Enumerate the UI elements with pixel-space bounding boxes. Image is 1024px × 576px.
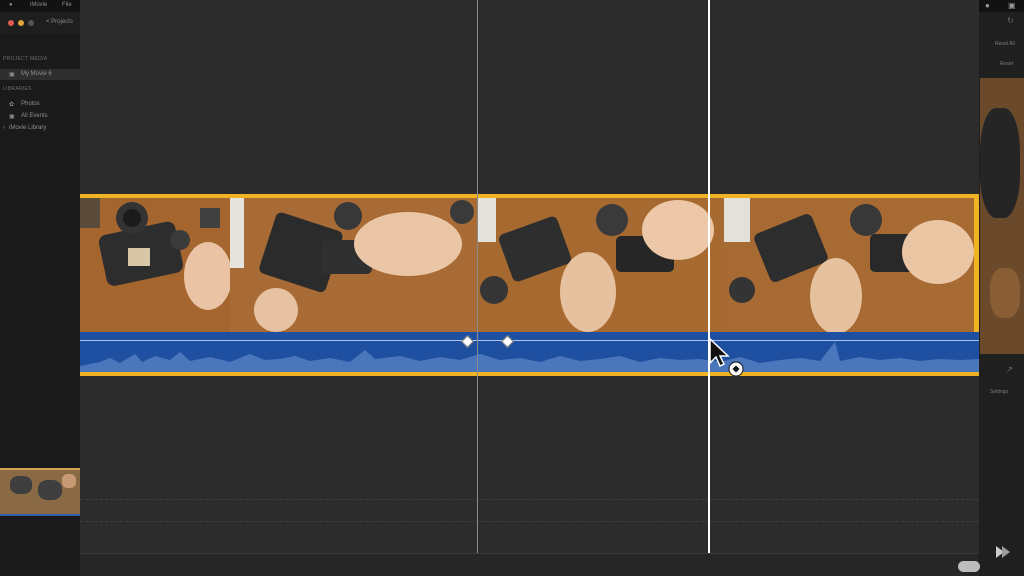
empty-track-guide [80,499,979,500]
audio-waveform-track[interactable] [80,332,979,376]
toolbar-strip: ● ▣ [979,0,1024,12]
playhead[interactable] [708,0,710,553]
video-clip[interactable] [80,194,979,376]
sidebar-item-label: iMovie Library [9,125,47,131]
settings-button[interactable]: Settings [990,389,1008,395]
sidebar-item-label: My Movie 6 [21,71,52,77]
watermark-logo-icon [996,546,1010,558]
viewer-panel: ● ▣ ↻ Reset All Reset ↗ Settings [979,0,1024,576]
viewer-preview[interactable] [980,78,1024,354]
refresh-icon[interactable]: ↻ [1007,16,1014,25]
projects-back-button[interactable]: < Projects [46,19,73,25]
sidebar-item-photos[interactable]: ✿ Photos [0,99,80,110]
libraries-heading: LIBRARIES [3,86,32,92]
sidebar-item-all-events[interactable]: ▣ All Events [0,111,80,122]
clip-thumbnail [230,198,478,332]
close-window-button[interactable] [8,20,14,26]
globe-icon[interactable]: ● [985,1,990,10]
clip-filmstrip[interactable] [80,194,979,332]
sidebar-item-label: All Events [21,113,48,119]
volume-line[interactable] [80,340,979,341]
clip-thumbnail [724,198,974,332]
reset-all-button[interactable]: Reset All [995,41,1015,47]
audio-waveform [80,342,979,372]
sidebar-item-label: Photos [21,101,40,107]
reset-button[interactable]: Reset [1000,61,1013,67]
empty-track-guide [80,521,979,522]
app-menu[interactable]: iMovie [30,2,47,8]
window-titlebar: < Projects [0,12,80,34]
minimize-window-button[interactable] [18,20,24,26]
clip-thumbnail [80,198,230,332]
file-menu[interactable]: File [62,2,72,8]
libraries-sidebar: ● iMovie File < Projects PROJECT MEDIA ▣… [0,0,80,576]
skimmer-line [477,0,478,553]
share-icon[interactable]: ▣ [1008,1,1016,10]
menu-bar: ● iMovie File [0,0,80,12]
timeline-footer [80,553,979,576]
sidebar-item-project[interactable]: ▣ My Movie 6 [0,69,80,80]
project-media-heading: PROJECT MEDIA [3,56,48,62]
add-keyframe-cursor-icon [709,337,744,377]
zoom-window-button[interactable] [28,20,34,26]
photos-icon: ✿ [9,102,15,108]
clip-thumbnail [478,198,724,332]
sidebar-item-imovie-library[interactable]: › iMovie Library [0,123,80,134]
timeline[interactable] [80,0,979,576]
fullscreen-icon[interactable]: ↗ [1006,365,1013,374]
apple-icon[interactable]: ● [9,2,13,8]
zoom-toggle[interactable] [958,561,980,572]
browser-clip-thumbnail[interactable] [0,468,80,516]
disclosure-icon[interactable]: › [3,125,5,131]
film-icon: ▣ [9,72,15,78]
all-events-icon: ▣ [9,114,15,120]
